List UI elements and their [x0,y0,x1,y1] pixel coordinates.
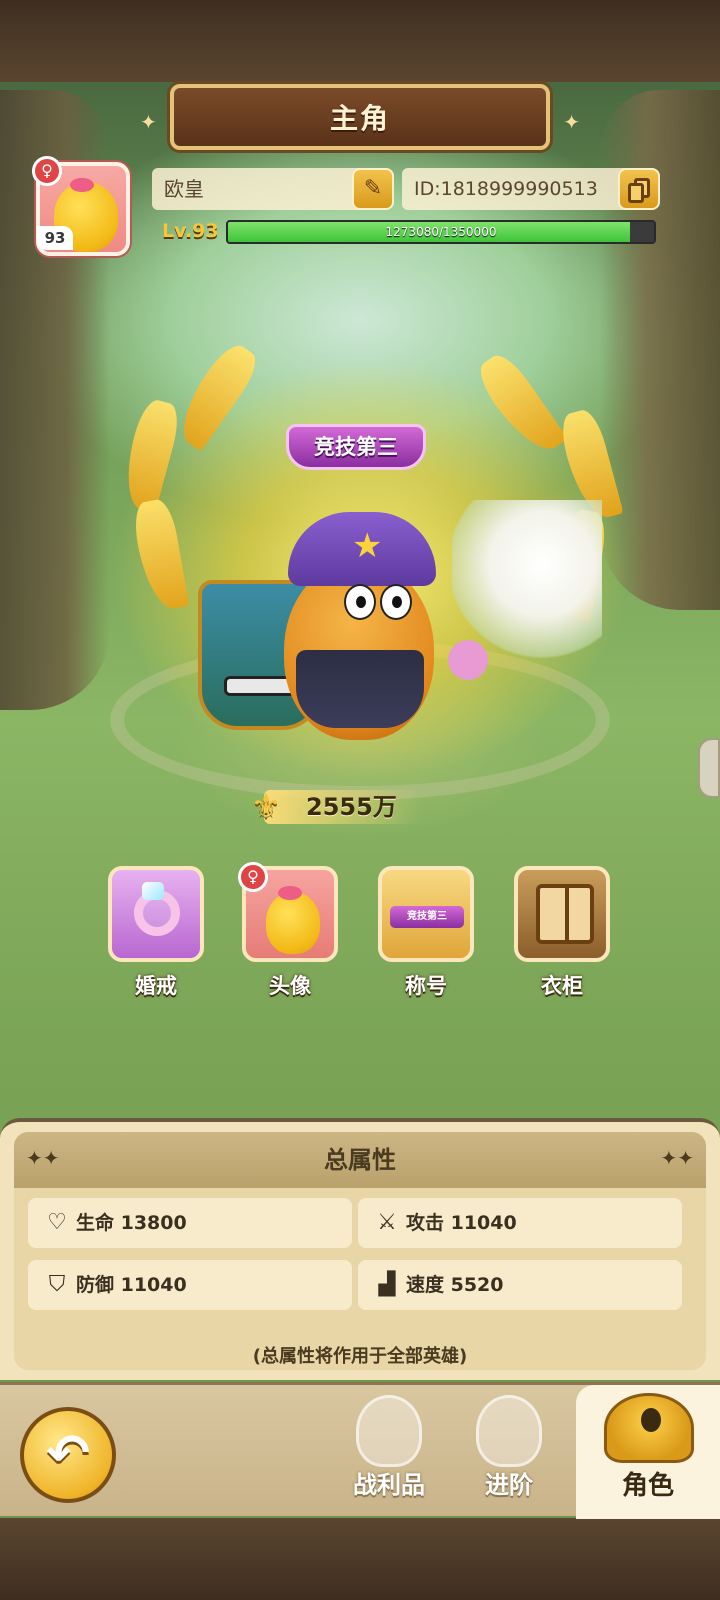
character-icon [604,1393,694,1463]
stat-attack: ⚔ 攻击 11040 [358,1198,682,1248]
player-id: ID:1818999990513 [402,168,640,210]
bow-icon [278,886,302,900]
loot-icon [356,1395,422,1467]
stat-defense: ⛉ 防御 11040 [28,1260,352,1310]
sword-icon: ⚔ [377,1210,397,1235]
avatar-label: 头像 [269,974,311,998]
hero-eye [380,584,412,620]
level-label: Lv.93 [162,220,219,242]
tab-loot-label: 战利品 [353,1471,425,1499]
ribbon-bow [448,640,488,680]
wardrobe-button[interactable] [514,866,610,962]
stat-defense-label: 防御 11040 [76,1274,187,1296]
star-icon: ★ [352,526,383,566]
ring-label: 婚戒 [135,974,177,998]
attributes-inner: ✦✦ ✦✦ 总属性 ♡ 生命 13800 ⚔ 攻击 11040 ⛉ 防御 110… [14,1132,706,1370]
avatar-icon [266,892,320,954]
hero-shirt [296,650,424,728]
bottom-frame [0,1518,720,1600]
attributes-title: 总属性 [324,1146,396,1174]
female-icon: ♀ [238,862,268,892]
advance-icon [476,1395,542,1467]
title-icon: 竞技第三 [390,906,464,928]
copy-icon-back [628,183,644,203]
tab-character-label: 角色 [621,1471,674,1501]
sparkle-icon: ✦ [140,110,157,134]
wardrobe-label: 衣柜 [541,974,583,998]
power-crest-icon: ⚜ [250,787,282,827]
attributes-panel: ✦✦ ✦✦ 总属性 ♡ 生命 13800 ⚔ 攻击 11040 ⛉ 防御 110… [0,1118,720,1380]
back-button[interactable]: ↶ [20,1407,116,1503]
combat-power: ⚜ 2555万 [242,786,422,828]
female-icon: ♀ [32,156,62,186]
hero-title-badge: 竞技第三 [286,424,426,470]
tab-character[interactable]: 角色 [576,1385,720,1519]
stat-hp: ♡ 生命 13800 [28,1198,352,1248]
wardrobe-icon [536,884,594,944]
boot-icon: ▟ [378,1272,396,1297]
shield-icon: ⛉ [48,1272,66,1297]
side-scroll-handle[interactable] [698,738,720,798]
ring-gem [142,882,164,900]
page-title: 主角 [329,102,390,135]
xp-bar: 1273080/1350000 [226,220,656,244]
stat-attack-label: 攻击 11040 [406,1212,517,1234]
edit-name-button[interactable]: ✎ [352,168,394,210]
title-label: 称号 [405,974,447,998]
stat-speed: ▟ 速度 5520 [358,1260,682,1310]
bow-icon [70,178,94,192]
pencil-icon: ✎ [363,176,383,201]
lily-bouquet [452,500,602,660]
sparkle-icon: ✦ [563,110,580,134]
xp-text: 1273080/1350000 [385,225,497,239]
attributes-note: (总属性将作用于全部英雄) [252,1346,468,1367]
bottom-nav: ↶ 战利品 进阶 角色 [0,1382,720,1519]
power-value: 2555万 [306,793,397,821]
avatar-button[interactable]: ♀ [238,862,338,962]
tab-advance[interactable]: 进阶 [454,1395,564,1513]
ring-button[interactable] [108,866,204,962]
back-arrow-icon: ↶ [46,1424,90,1484]
stat-hp-label: 生命 13800 [76,1212,187,1234]
tab-loot[interactable]: 战利品 [334,1395,444,1513]
heart-icon: ♡ [47,1210,67,1235]
avatar-level: 93 [37,226,73,250]
tab-advance-label: 进阶 [485,1471,533,1499]
title-banner: ✦ 主角 ✦ [140,84,580,150]
title-button[interactable]: 竞技第三 [378,866,474,962]
top-frame [0,0,720,82]
stat-speed-label: 速度 5520 [406,1274,504,1296]
copy-id-button[interactable] [618,168,660,210]
hero-eye [344,584,376,620]
